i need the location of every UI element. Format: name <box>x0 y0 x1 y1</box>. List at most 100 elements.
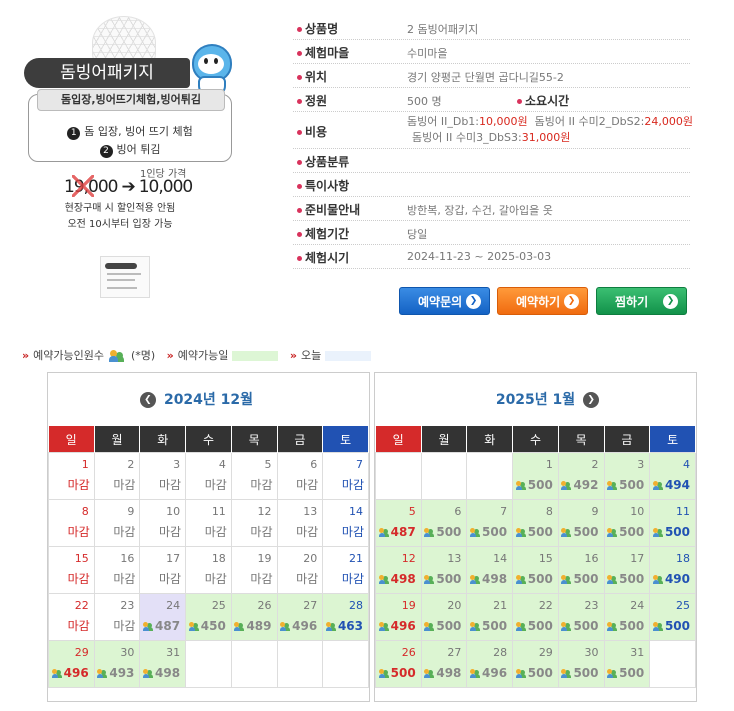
calendar-empty-cell <box>276 640 324 688</box>
people-icon <box>607 527 617 538</box>
calendar-day[interactable]: 17 500 <box>603 546 651 594</box>
calendar-day: 1 마감 <box>48 452 95 500</box>
day-capacity: 500 <box>470 619 507 633</box>
day-number: 26 <box>401 646 416 659</box>
day-capacity: 493 <box>97 666 134 680</box>
calendar-day[interactable]: 21 500 <box>466 593 514 641</box>
day-number: 24 <box>630 599 645 612</box>
day-number: 10 <box>630 505 645 518</box>
people-icon <box>51 668 62 679</box>
calendar-day[interactable]: 23 500 <box>557 593 605 641</box>
calendar-day[interactable]: 10 500 <box>603 499 651 547</box>
promo-banner: 돔빙어패키지 돔입장,빙어뜨기체험,빙어튀김 1돔 입장, 빙어 뜨기 체험 2… <box>20 10 245 310</box>
calendar-day[interactable]: 8 500 <box>512 499 559 547</box>
calendar-day[interactable]: 28 463 <box>322 593 369 641</box>
calendar-day[interactable]: 22 500 <box>512 593 559 641</box>
calendar-day[interactable]: 13 500 <box>420 546 468 594</box>
people-icon <box>652 527 663 538</box>
info-row-product-name: 상품명 2 돔빙어패키지 <box>293 16 690 40</box>
calendar-day[interactable]: 29 500 <box>512 640 559 688</box>
calendar-day: 14 마감 <box>322 499 369 547</box>
calendar-day[interactable]: 2 492 <box>557 452 605 500</box>
next-month-icon[interactable]: ❯ <box>583 392 600 408</box>
prev-month-icon[interactable]: ❮ <box>139 392 156 408</box>
calendar-day[interactable]: 19 496 <box>375 593 422 641</box>
calendar-day: 23 마감 <box>93 593 141 641</box>
day-status: 마감 <box>113 525 136 539</box>
weekday-header: 금 <box>277 426 324 453</box>
people-icon <box>470 527 480 538</box>
day-capacity: 500 <box>515 572 553 586</box>
product-info: 상품명 2 돔빙어패키지 체험마을 수미마을 위치 경기 양평군 단월면 곱다니… <box>293 16 693 269</box>
calendar-day[interactable]: 29 496 <box>48 640 95 688</box>
calendar-day[interactable]: 28 496 <box>466 640 514 688</box>
people-icon <box>652 621 663 632</box>
calendar-day[interactable]: 31 498 <box>139 640 187 688</box>
calendar-day[interactable]: 25 450 <box>185 593 232 641</box>
calendar-day[interactable]: 15 500 <box>512 546 559 594</box>
calendar-day[interactable]: 27 496 <box>276 593 324 641</box>
day-capacity: 498 <box>424 666 461 680</box>
calendar-grid: 일 월 화 수 목 금 토 1 500 2 492 3 500 4 494 5 487 6 500 7 500 8 500 9… <box>375 426 696 688</box>
calendar-day[interactable]: 12 498 <box>375 546 422 594</box>
calendar-day[interactable]: 1 500 <box>512 452 559 500</box>
calendar-empty-cell <box>466 452 514 500</box>
calendar-day: 10 마감 <box>139 499 187 547</box>
cost-line-1: 돔빙어 II_Db1:10,000원 돔빙어 II 수미2_DbS2:24,00… <box>407 115 693 128</box>
info-row-supplies: 준비물안내 방한복, 장갑, 수건, 갈아입을 옷 <box>293 197 690 221</box>
people-icon <box>515 668 526 679</box>
promo-note-entry: 오전 10시부터 입장 가능 <box>67 219 173 230</box>
day-status: 마감 <box>159 572 182 586</box>
people-icon <box>515 527 526 538</box>
wishlist-button[interactable]: 찜하기 ❯ <box>596 287 687 315</box>
day-capacity: 500 <box>607 666 644 680</box>
calendar-day[interactable]: 30 493 <box>93 640 141 688</box>
calendar-day[interactable]: 4 494 <box>649 452 696 500</box>
day-status: 마감 <box>204 572 227 586</box>
calendar-day[interactable]: 6 500 <box>420 499 468 547</box>
calendar-day[interactable]: 30 500 <box>557 640 605 688</box>
calendar-day[interactable]: 31 500 <box>603 640 651 688</box>
calendar-day[interactable]: 11 500 <box>649 499 696 547</box>
calendar-day: 19 마감 <box>230 546 278 594</box>
promo-thumbnail[interactable] <box>100 256 150 298</box>
day-capacity: 500 <box>561 525 599 539</box>
calendar-day[interactable]: 24 487 <box>139 593 187 641</box>
calendar-day[interactable]: 16 500 <box>557 546 605 594</box>
people-icon <box>424 527 434 538</box>
calendar-day[interactable]: 5 487 <box>375 499 422 547</box>
day-number: 11 <box>676 505 690 518</box>
day-number: 13 <box>303 505 318 518</box>
calendar-empty-cell <box>375 452 422 500</box>
day-status: 마감 <box>296 572 319 586</box>
calendar-day[interactable]: 14 498 <box>466 546 514 594</box>
calendar-day[interactable]: 24 500 <box>603 593 651 641</box>
people-icon <box>607 574 617 585</box>
day-capacity: 492 <box>561 478 599 492</box>
calendar-day[interactable]: 7 500 <box>466 499 514 547</box>
calendar-day: 20 마감 <box>276 546 324 594</box>
calendar-day[interactable]: 20 500 <box>420 593 468 641</box>
price-row: 19,000 ➔ 10,000 <box>64 175 193 197</box>
calendar-legend: » 예약가능인원수 (*명) » 예약가능일 » 오늘 <box>22 347 379 363</box>
day-capacity: 487 <box>143 619 180 633</box>
people-icon <box>470 621 480 632</box>
people-icon <box>652 574 663 585</box>
day-capacity: 500 <box>515 666 553 680</box>
reserve-button[interactable]: 예약하기 ❯ <box>497 287 588 315</box>
arrow-circle-icon: ❯ <box>466 294 481 309</box>
calendar-day[interactable]: 26 500 <box>375 640 422 688</box>
arrow-circle-icon: ❯ <box>663 294 678 309</box>
calendar-day[interactable]: 18 490 <box>649 546 696 594</box>
day-capacity: 500 <box>652 619 690 633</box>
calendar-day[interactable]: 27 498 <box>420 640 468 688</box>
calendar-day[interactable]: 26 489 <box>230 593 278 641</box>
calendar-day[interactable]: 3 500 <box>603 452 651 500</box>
day-number: 7 <box>500 505 508 518</box>
inquiry-button[interactable]: 예약문의 ❯ <box>399 287 490 315</box>
people-icon <box>652 480 663 491</box>
day-capacity: 500 <box>515 619 553 633</box>
calendar-day[interactable]: 25 500 <box>649 593 696 641</box>
people-icon <box>561 668 571 679</box>
calendar-day[interactable]: 9 500 <box>557 499 605 547</box>
